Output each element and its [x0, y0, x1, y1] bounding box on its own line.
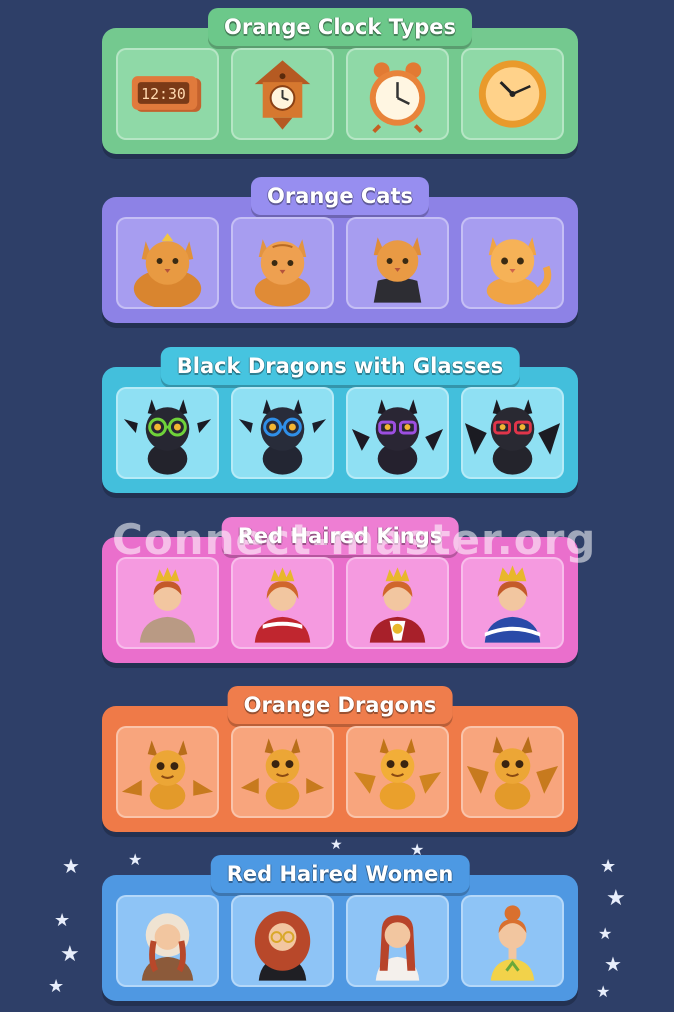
ginger-cat-icon — [486, 237, 552, 305]
cat-in-vest-icon — [373, 237, 422, 303]
tile-dragon-blue-glasses[interactable] — [231, 387, 334, 479]
dragon-blue-glasses-icon — [238, 399, 327, 475]
tabby-cat-icon — [254, 239, 311, 307]
woman-updo-icon — [490, 905, 535, 981]
group-orange-clock-types: Orange Clock Types 12:30 — [102, 8, 578, 154]
group-title: Black Dragons with Glasses — [160, 347, 520, 385]
tile-woman-braids[interactable] — [346, 895, 449, 987]
star-icon: ★ — [604, 952, 622, 976]
tile-orange-dragon-4[interactable] — [461, 726, 564, 818]
orange-dragon-3-icon — [353, 738, 442, 810]
tile-dragon-green-glasses[interactable] — [116, 387, 219, 479]
tile-king-1[interactable] — [116, 557, 219, 649]
group-title: Red Haired Women — [210, 855, 470, 893]
star-icon: ★ — [54, 910, 71, 931]
star-icon: ★ — [62, 854, 80, 878]
group-red-haired-kings: Red Haired Kings — [102, 517, 578, 663]
king-3-icon — [369, 567, 426, 643]
orange-dragon-2-icon — [240, 738, 325, 810]
tile-woman-updo[interactable] — [461, 895, 564, 987]
tile-cat-in-vest[interactable] — [346, 217, 449, 309]
tile-orange-dragon-1[interactable] — [116, 726, 219, 818]
dragon-purple-glasses-icon — [351, 399, 444, 475]
group-red-haired-women: Red Haired Women — [102, 855, 578, 1001]
digital-clock-time: 12:30 — [141, 85, 186, 103]
king-1-icon — [139, 567, 196, 643]
tile-wall-clock[interactable] — [461, 48, 564, 140]
orange-dragon-4-icon — [466, 736, 559, 810]
tile-woman-bonnet[interactable] — [116, 895, 219, 987]
group-title: Orange Cats — [250, 177, 430, 215]
group-orange-dragons: Orange Dragons — [102, 686, 578, 832]
star-icon: ★ — [600, 856, 617, 877]
alarm-clock-icon — [369, 62, 426, 134]
tile-dragon-purple-glasses[interactable] — [346, 387, 449, 479]
star-icon: ★ — [48, 976, 65, 997]
tile-fluffy-cat[interactable] — [116, 217, 219, 309]
group-orange-cats: Orange Cats — [102, 177, 578, 323]
group-title: Orange Dragons — [227, 686, 453, 724]
tile-orange-dragon-2[interactable] — [231, 726, 334, 818]
tile-orange-dragon-3[interactable] — [346, 726, 449, 818]
king-4-icon — [484, 565, 541, 643]
group-title: Orange Clock Types — [208, 8, 472, 46]
tile-cuckoo-clock[interactable] — [231, 48, 334, 140]
woman-braids-icon — [375, 915, 420, 981]
tile-king-3[interactable] — [346, 557, 449, 649]
tile-alarm-clock[interactable] — [346, 48, 449, 140]
tile-tabby-cat[interactable] — [231, 217, 334, 309]
tile-ginger-cat[interactable] — [461, 217, 564, 309]
star-icon: ★ — [128, 850, 143, 869]
star-icon: ★ — [606, 886, 626, 911]
tile-digital-clock[interactable]: 12:30 — [116, 48, 219, 140]
tile-woman-glasses[interactable] — [231, 895, 334, 987]
tile-dragon-red-glasses[interactable] — [461, 387, 564, 479]
star-icon: ★ — [598, 924, 613, 943]
digital-clock-icon: 12:30 — [131, 76, 202, 112]
star-icon: ★ — [410, 840, 425, 859]
tile-king-4[interactable] — [461, 557, 564, 649]
star-icon: ★ — [596, 982, 611, 1001]
fluffy-cat-icon — [133, 233, 202, 307]
orange-dragon-1-icon — [121, 740, 214, 810]
dragon-red-glasses-icon — [464, 399, 561, 475]
woman-bonnet-icon — [141, 913, 194, 981]
king-2-icon — [254, 567, 311, 643]
group-black-dragons: Black Dragons with Glasses — [102, 347, 578, 493]
dragon-green-glasses-icon — [123, 399, 212, 475]
star-icon: ★ — [60, 942, 80, 967]
star-icon: ★ — [330, 837, 343, 853]
tile-king-2[interactable] — [231, 557, 334, 649]
wall-clock-icon — [478, 60, 547, 128]
woman-glasses-icon — [254, 911, 311, 981]
group-title: Red Haired Kings — [221, 517, 459, 555]
cuckoo-clock-icon — [254, 60, 311, 130]
